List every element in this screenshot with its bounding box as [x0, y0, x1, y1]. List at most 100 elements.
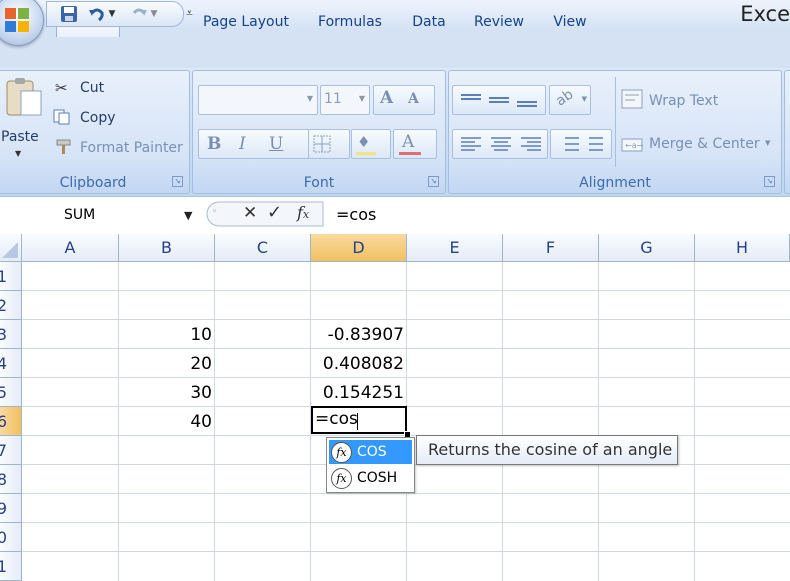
bold-button[interactable]: B: [207, 134, 221, 154]
font-name-select[interactable]: ▼: [198, 85, 318, 115]
cell-d3[interactable]: -0.83907: [311, 321, 404, 350]
name-box[interactable]: SUM ▼: [0, 203, 200, 227]
orientation-icon: ab: [552, 86, 577, 110]
font-size-value: 11: [324, 91, 342, 107]
font-color-letter: A: [402, 132, 415, 152]
undo-dropdown-icon[interactable]: ▼: [107, 4, 117, 24]
merge-center-icon[interactable]: ←a→: [621, 135, 644, 155]
gridline: [694, 262, 695, 581]
font-group: ▼ 11 ▼ A A B I U ♦ A Font ↘: [192, 70, 446, 194]
row-number: 7: [0, 436, 7, 464]
row-header-6[interactable]: 6: [0, 407, 22, 436]
row-header-10[interactable]: 10: [0, 523, 22, 552]
row-number: 6: [0, 407, 7, 435]
horizontal-align-icon: [461, 137, 541, 151]
column-header-c[interactable]: C: [215, 234, 311, 262]
office-logo-icon: [5, 8, 29, 32]
tab-formulas[interactable]: Formulas: [306, 10, 394, 36]
row-header-1[interactable]: 1: [0, 262, 22, 291]
tab-review[interactable]: Review: [464, 10, 534, 36]
autocomplete-item-label: COS: [357, 444, 387, 460]
function-tooltip: Returns the cosine of an angle: [416, 435, 678, 465]
fill-color-button[interactable]: ♦: [351, 129, 391, 159]
row-header-9[interactable]: 9: [0, 494, 22, 523]
column-header-f[interactable]: F: [503, 234, 599, 262]
cut-button[interactable]: Cut: [80, 80, 104, 96]
active-cell-text: =cos: [315, 409, 358, 429]
clipboard-launcher-icon[interactable]: ↘: [172, 176, 183, 187]
row-header-7[interactable]: 7: [0, 436, 22, 465]
row-header-5[interactable]: 5: [0, 378, 22, 407]
alignment-separator: [615, 77, 616, 167]
customize-qat-icon[interactable]: ⩡: [186, 6, 193, 21]
gridline: [598, 262, 599, 581]
borders-button[interactable]: [308, 129, 350, 159]
font-launcher-icon[interactable]: ↘: [428, 176, 439, 187]
copy-icon[interactable]: [53, 109, 71, 125]
row-header-4[interactable]: 4: [0, 349, 22, 378]
column-header-d[interactable]: D: [311, 234, 407, 262]
tab-view[interactable]: View: [542, 10, 598, 36]
tab-data[interactable]: Data: [402, 10, 456, 36]
clipboard-group: Paste ▼ ✂ Cut Copy Format Painter Clipbo…: [0, 70, 190, 194]
redo-dropdown-icon[interactable]: ▼: [149, 4, 159, 24]
autocomplete-item-cos[interactable]: fx COS: [329, 440, 412, 464]
scissors-icon[interactable]: ✂: [55, 79, 68, 97]
cell-d5[interactable]: 0.154251: [311, 379, 404, 408]
tab-page-layout[interactable]: Page Layout: [194, 10, 298, 36]
autocomplete-item-label: COSH: [357, 470, 398, 486]
orientation-button[interactable]: ab ▼: [549, 85, 591, 115]
redo-icon[interactable]: [129, 4, 149, 24]
column-header-h[interactable]: H: [695, 234, 790, 262]
column-header-g[interactable]: G: [599, 234, 695, 262]
insert-function-icon[interactable]: fx: [297, 203, 309, 222]
name-box-dropdown-icon[interactable]: ▼: [184, 209, 192, 222]
row-header-3[interactable]: 3: [0, 320, 22, 349]
wrap-text-icon[interactable]: [621, 89, 643, 109]
paste-button[interactable]: Paste: [1, 129, 39, 145]
fill-bucket-icon: ♦: [357, 133, 371, 151]
italic-button[interactable]: I: [239, 134, 246, 154]
enter-checkmark-icon[interactable]: ✓: [267, 202, 282, 223]
format-painter-icon[interactable]: [55, 139, 73, 155]
merge-center-button[interactable]: Merge & Center: [649, 136, 760, 152]
column-header-a[interactable]: A: [22, 234, 119, 262]
cell-b4[interactable]: 20: [119, 350, 212, 379]
row-header-2[interactable]: 2: [0, 291, 22, 320]
underline-button[interactable]: U: [269, 134, 283, 154]
font-size-select[interactable]: 11 ▼: [320, 85, 370, 115]
cell-b3[interactable]: 10: [119, 321, 212, 350]
row-number: 11: [0, 552, 7, 580]
grow-font-button[interactable]: A: [380, 88, 393, 108]
number-group-partial: [784, 70, 790, 194]
undo-icon[interactable]: [87, 4, 107, 24]
shrink-font-button[interactable]: A: [408, 91, 419, 107]
column-header-e[interactable]: E: [407, 234, 503, 262]
alignment-launcher-icon[interactable]: ↘: [764, 176, 775, 187]
cell-d4[interactable]: 0.408082: [311, 350, 404, 379]
select-all-corner[interactable]: [0, 234, 22, 262]
copy-button[interactable]: Copy: [80, 110, 116, 126]
paste-dropdown-icon[interactable]: ▼: [15, 149, 21, 158]
wrap-text-button[interactable]: Wrap Text: [649, 93, 718, 109]
merge-center-dropdown-icon[interactable]: ▼: [765, 139, 770, 147]
column-header-b[interactable]: B: [119, 234, 215, 262]
font-style-group: B I U: [198, 129, 310, 159]
formula-bar-handle-icon[interactable]: ◦: [212, 207, 217, 217]
function-icon: fx: [331, 468, 352, 489]
cell-b6[interactable]: 40: [119, 408, 212, 437]
save-icon[interactable]: [59, 4, 79, 24]
cancel-icon[interactable]: ✕: [243, 203, 257, 223]
cell-b5[interactable]: 30: [119, 379, 212, 408]
font-color-button[interactable]: A: [393, 129, 437, 159]
row-header-11[interactable]: 11: [0, 552, 22, 581]
format-painter-button[interactable]: Format Painter: [80, 140, 183, 156]
formula-input[interactable]: =cos: [336, 205, 376, 224]
font-size-dropdown-icon: ▼: [358, 94, 365, 103]
active-cell-d6[interactable]: =cos: [311, 406, 407, 434]
row-header-8[interactable]: 8: [0, 465, 22, 494]
font-group-label: Font: [303, 175, 335, 191]
autocomplete-item-cosh[interactable]: fx COSH: [329, 466, 412, 490]
row-number: 5: [0, 378, 7, 406]
paste-icon[interactable]: [3, 77, 45, 117]
